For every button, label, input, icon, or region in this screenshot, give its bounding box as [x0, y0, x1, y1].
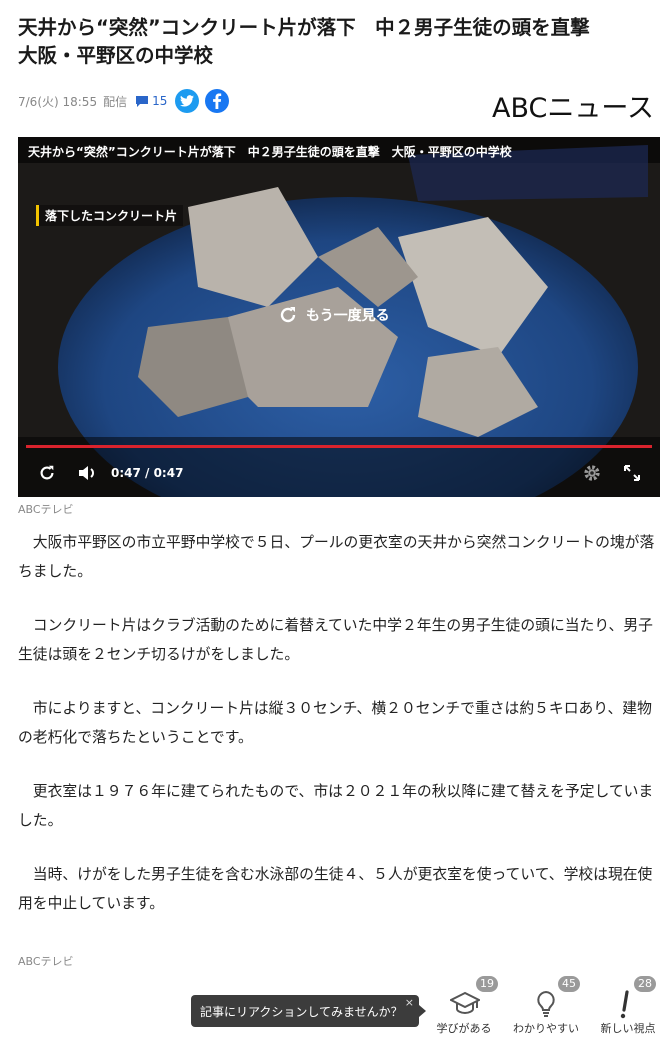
reaction-prompt-text: 記事にリアクションしてみませんか？	[200, 1004, 403, 1019]
replay-control-button[interactable]	[33, 459, 61, 487]
tooltip-arrow	[419, 1005, 426, 1017]
reaction-new-perspective-button[interactable]: 28 新しい視点	[592, 976, 664, 1038]
fullscreen-icon	[624, 465, 640, 481]
article-headline: 天井から“突然”コンクリート片が落下 中２男子生徒の頭を直撃 大阪・平野区の中学…	[18, 14, 648, 70]
headline-line-1: 天井から“突然”コンクリート片が落下 中２男子生徒の頭を直撃	[18, 16, 590, 39]
lightbulb-icon	[537, 990, 555, 1017]
gear-icon	[584, 465, 600, 481]
replay-label: もう一度見る	[306, 308, 390, 324]
graduation-cap-icon	[450, 991, 480, 1015]
video-time: 0:47 / 0:47	[111, 466, 184, 480]
volume-button[interactable]	[73, 459, 101, 487]
reaction-learn-button[interactable]: 19 学びがある	[428, 976, 500, 1038]
article-credit: ABCテレビ	[18, 955, 74, 968]
reaction-count: 28	[634, 976, 656, 992]
video-progress-bar[interactable]	[26, 445, 652, 448]
reaction-prompt-tooltip: 記事にリアクションしてみませんか？ ×	[191, 995, 426, 1027]
fullscreen-button[interactable]	[618, 459, 646, 487]
exclamation-icon	[620, 990, 629, 1019]
twitter-share-button[interactable]	[175, 89, 200, 113]
close-icon[interactable]: ×	[405, 996, 414, 1009]
article-paragraph: 更衣室は１９７６年に建てられたもので、市は２０２１年の秋以降に建て替えを予定して…	[18, 783, 654, 829]
twitter-icon	[180, 95, 195, 107]
facebook-icon	[213, 93, 222, 109]
article-paragraph: 大阪市平野区の市立平野中学校で５日、プールの更衣室の天井から突然コンクリートの塊…	[18, 534, 655, 580]
video-caption-tag: 落下したコンクリート片	[36, 205, 184, 226]
volume-icon	[79, 466, 94, 480]
publisher-logo[interactable]: ABCニュース	[492, 86, 654, 125]
reaction-clear-button[interactable]: 45 わかりやすい	[510, 976, 582, 1038]
article-paragraph: 市によりますと、コンクリート片は縦３０センチ、横２０センチで重さは約５キロあり、…	[18, 700, 652, 746]
reaction-label: 学びがある	[436, 1022, 492, 1035]
article-paragraph: 当時、けがをした男子生徒を含む水泳部の生徒４、５人が更衣室を使っていて、学校は現…	[18, 866, 653, 912]
comment-count: 15	[152, 94, 168, 108]
article-meta: 7/6(火) 18:55 配信 15	[18, 88, 230, 114]
settings-button[interactable]	[578, 459, 606, 487]
publish-status: 配信	[103, 94, 128, 109]
video-title: 天井から“突然”コンクリート片が落下 中２男子生徒の頭を直撃 大阪・平野区の中学…	[28, 145, 512, 159]
reaction-count: 45	[558, 976, 580, 992]
replay-small-icon	[40, 465, 54, 480]
reaction-label: わかりやすい	[513, 1022, 579, 1035]
publish-date: 7/6(火) 18:55	[18, 94, 98, 109]
replay-icon	[280, 307, 296, 323]
article-paragraph: コンクリート片はクラブ活動のために着替えていた中学２年生の男子生徒の頭に当たり、…	[18, 617, 653, 663]
reaction-label: 新しい視点	[600, 1022, 656, 1035]
replay-button[interactable]: もう一度見る	[278, 305, 390, 325]
video-credit: ABCテレビ	[18, 503, 74, 516]
facebook-share-button[interactable]	[205, 89, 230, 113]
article-body: 大阪市平野区の市立平野中学校で５日、プールの更衣室の天井から突然コンクリートの塊…	[18, 528, 660, 943]
video-controls: 0:47 / 0:47	[18, 455, 660, 491]
comment-icon	[136, 95, 149, 107]
comments-link[interactable]: 15	[135, 94, 167, 108]
video-player[interactable]: 天井から“突然”コンクリート片が落下 中２男子生徒の頭を直撃 大阪・平野区の中学…	[18, 137, 660, 497]
headline-line-2: 大阪・平野区の中学校	[18, 44, 214, 67]
